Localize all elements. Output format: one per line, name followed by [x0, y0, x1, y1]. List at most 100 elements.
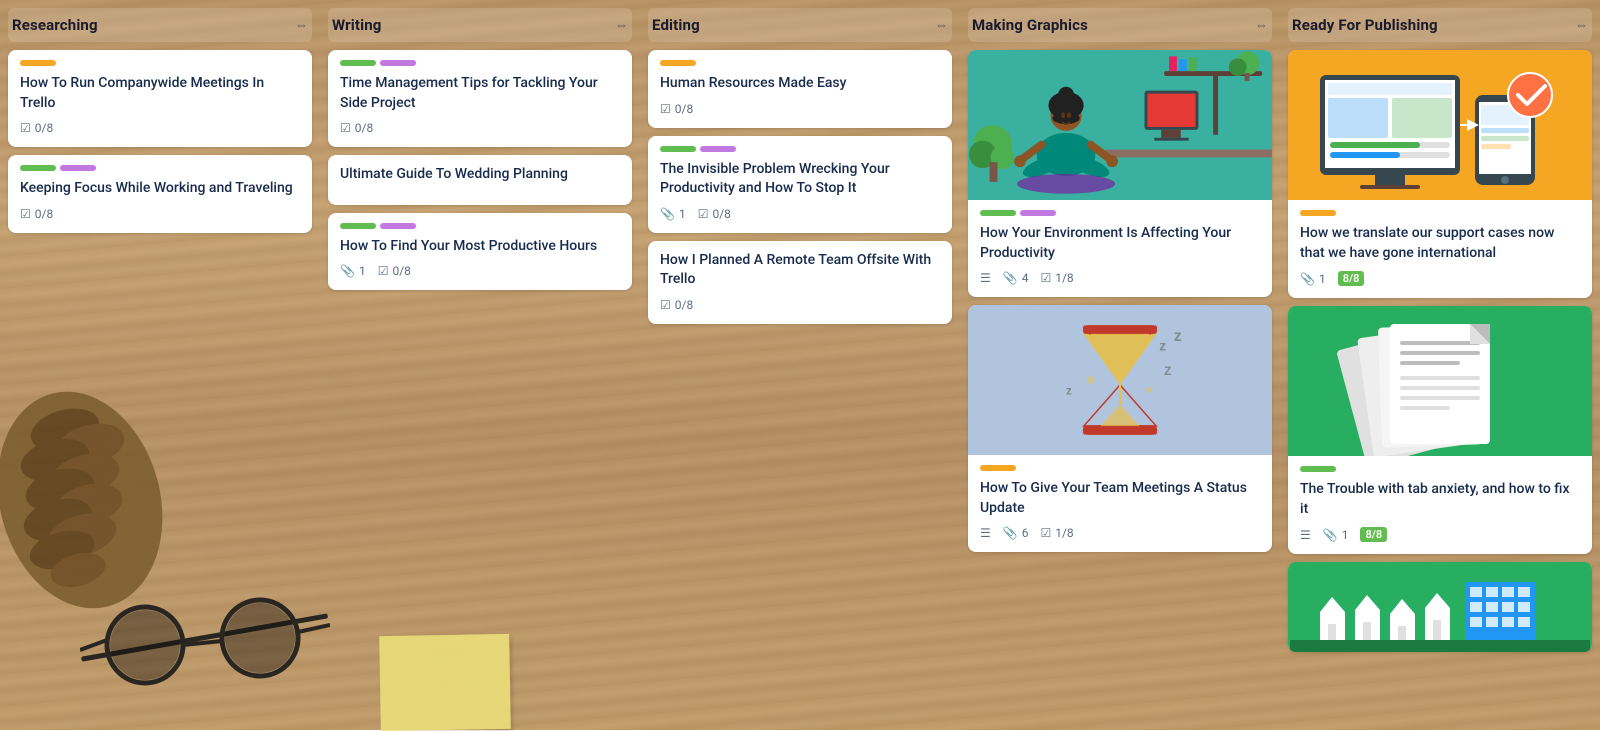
card-rfp1-image: [1288, 50, 1592, 200]
column-making-graphics: Making Graphics ⇔: [960, 0, 1280, 730]
card-e2-attach: 📎 1: [660, 207, 686, 221]
attachment-icon-e2: 📎: [660, 207, 675, 221]
label-purple-e2: [700, 146, 736, 152]
card-e3-title: How I Planned A Remote Team Offsite With…: [660, 251, 940, 290]
card-r2-checklist: ☑ 0/8: [20, 207, 53, 221]
card-rfp3[interactable]: [1288, 562, 1592, 652]
card-w1-title: Time Management Tips for Tackling Your S…: [340, 74, 620, 113]
label-purple-w1: [380, 60, 416, 66]
column-actions-ready-for-publishing[interactable]: ⇔: [1575, 17, 1588, 33]
label-purple-mg1: [1020, 210, 1056, 216]
checklist-icon-r2: ☑: [20, 207, 31, 221]
checklist-icon-w1: ☑: [340, 121, 351, 135]
card-w3-labels: [340, 223, 620, 229]
card-w2[interactable]: Ultimate Guide To Wedding Planning: [328, 155, 632, 205]
column-editing: Editing ⇔ Human Resources Made Easy ☑ 0/…: [640, 0, 960, 730]
card-mg1-meta: ☰ 📎 4 ☑ 1/8: [980, 271, 1260, 285]
card-w1-meta: ☑ 0/8: [340, 121, 620, 135]
card-e2-meta: 📎 1 ☑ 0/8: [660, 207, 940, 221]
card-mg2-checklist-value: 1/8: [1055, 526, 1073, 540]
card-r2[interactable]: Keeping Focus While Working and Travelin…: [8, 155, 312, 233]
svg-text:z: z: [1066, 385, 1072, 398]
column-actions-editing[interactable]: ⇔: [935, 17, 948, 33]
card-e1-meta: ☑ 0/8: [660, 102, 940, 116]
card-rfp2[interactable]: The Trouble with tab anxiety, and how to…: [1288, 306, 1592, 554]
card-mg1[interactable]: How Your Environment Is Affecting Your P…: [968, 50, 1272, 297]
card-w3-attach-value: 1: [359, 264, 366, 278]
card-rfp2-checklist: 8/8: [1360, 527, 1387, 542]
column-header-ready-for-publishing: Ready For Publishing ⇔: [1288, 8, 1592, 42]
column-actions-researching[interactable]: ⇔: [295, 17, 308, 33]
column-actions-writing[interactable]: ⇔: [615, 17, 628, 33]
attachment-icon-mg1: 📎: [1003, 271, 1018, 285]
checklist-icon-mg2: ☑: [1040, 526, 1051, 540]
label-yellow-rfp1: [1300, 210, 1336, 216]
card-rfp1-attach: 📎 1: [1300, 272, 1326, 286]
card-rfp3-image: [1288, 562, 1592, 652]
svg-text:Z: Z: [1164, 365, 1171, 378]
card-mg1-attach-value: 4: [1022, 271, 1029, 285]
card-w3-title: How To Find Your Most Productive Hours: [340, 237, 620, 257]
card-e1[interactable]: Human Resources Made Easy ☑ 0/8: [648, 50, 952, 128]
card-rfp2-desc: ☰: [1300, 528, 1311, 542]
label-green-mg1: [980, 210, 1016, 216]
card-w3-checklist-value: 0/8: [392, 264, 410, 278]
card-w3-attach: 📎 1: [340, 264, 366, 278]
column-title-editing: Editing: [652, 16, 700, 34]
column-writing: Writing ⇔ Time Management Tips for Tackl…: [320, 0, 640, 730]
column-title-making-graphics: Making Graphics: [972, 16, 1088, 34]
column-researching: Researching ⇔ How To Run Companywide Mee…: [0, 0, 320, 730]
card-e3-checklist: ☑ 0/8: [660, 298, 693, 312]
card-w1-checklist: ☑ 0/8: [340, 121, 373, 135]
label-green: [20, 165, 56, 171]
card-w3-meta: 📎 1 ☑ 0/8: [340, 264, 620, 278]
card-rfp2-meta: ☰ 📎 1 8/8: [1300, 527, 1580, 542]
checklist-icon-e3: ☑: [660, 298, 671, 312]
card-w3-checklist: ☑ 0/8: [378, 264, 411, 278]
card-e2[interactable]: The Invisible Problem Wrecking Your Prod…: [648, 136, 952, 233]
card-mg1-labels: [980, 210, 1260, 216]
card-e2-checklist: ☑ 0/8: [698, 207, 731, 221]
card-r1-checklist-value: 0/8: [35, 121, 53, 135]
kanban-board: Researching ⇔ How To Run Companywide Mee…: [0, 0, 1600, 730]
card-mg2[interactable]: z z Z z How To Give Yo: [968, 305, 1272, 552]
column-actions-making-graphics[interactable]: ⇔: [1255, 17, 1268, 33]
label-green-rfp2: [1300, 466, 1336, 472]
card-mg1-checklist-value: 1/8: [1055, 271, 1073, 285]
card-e1-checklist: ☑ 0/8: [660, 102, 693, 116]
card-w3[interactable]: How To Find Your Most Productive Hours 📎…: [328, 213, 632, 291]
label-yellow-e1: [660, 60, 696, 66]
column-title-ready-for-publishing: Ready For Publishing: [1292, 16, 1438, 34]
card-r1-meta: ☑ 0/8: [20, 121, 300, 135]
card-mg1-checklist: ☑ 1/8: [1040, 271, 1073, 285]
card-r2-labels: [20, 165, 300, 171]
checklist-icon: ☑: [20, 121, 31, 135]
card-rfp1[interactable]: How we translate our support cases now t…: [1288, 50, 1592, 298]
card-rfp1-title: How we translate our support cases now t…: [1300, 224, 1580, 263]
attachment-icon-rfp1: 📎: [1300, 272, 1315, 286]
card-w1[interactable]: Time Management Tips for Tackling Your S…: [328, 50, 632, 147]
column-header-writing: Writing ⇔: [328, 8, 632, 42]
attachment-icon-mg2: 📎: [1003, 526, 1018, 540]
card-mg2-image: z z Z z: [968, 305, 1272, 455]
column-title-researching: Researching: [12, 16, 98, 34]
attachment-icon-w3: 📎: [340, 264, 355, 278]
card-mg2-attach: 📎 6: [1003, 526, 1029, 540]
svg-text:z: z: [1174, 328, 1182, 345]
description-icon-mg2: ☰: [980, 526, 991, 540]
column-header-editing: Editing ⇔: [648, 8, 952, 42]
column-ready-for-publishing: Ready For Publishing ⇔: [1280, 0, 1600, 730]
card-r1[interactable]: How To Run Companywide Meetings In Trell…: [8, 50, 312, 147]
card-e3[interactable]: How I Planned A Remote Team Offsite With…: [648, 241, 952, 324]
card-e2-attach-value: 1: [679, 207, 686, 221]
card-rfp1-meta: 📎 1 8/8: [1300, 271, 1580, 286]
card-e3-checklist-value: 0/8: [675, 298, 693, 312]
card-rfp2-attach-value: 1: [1342, 528, 1349, 542]
column-header-making-graphics: Making Graphics ⇔: [968, 8, 1272, 42]
card-mg1-image: [968, 50, 1272, 200]
checklist-icon-e1: ☑: [660, 102, 671, 116]
label-yellow-mg2: [980, 465, 1016, 471]
card-mg1-title: How Your Environment Is Affecting Your P…: [980, 224, 1260, 263]
column-title-writing: Writing: [332, 16, 382, 34]
card-w1-labels: [340, 60, 620, 66]
